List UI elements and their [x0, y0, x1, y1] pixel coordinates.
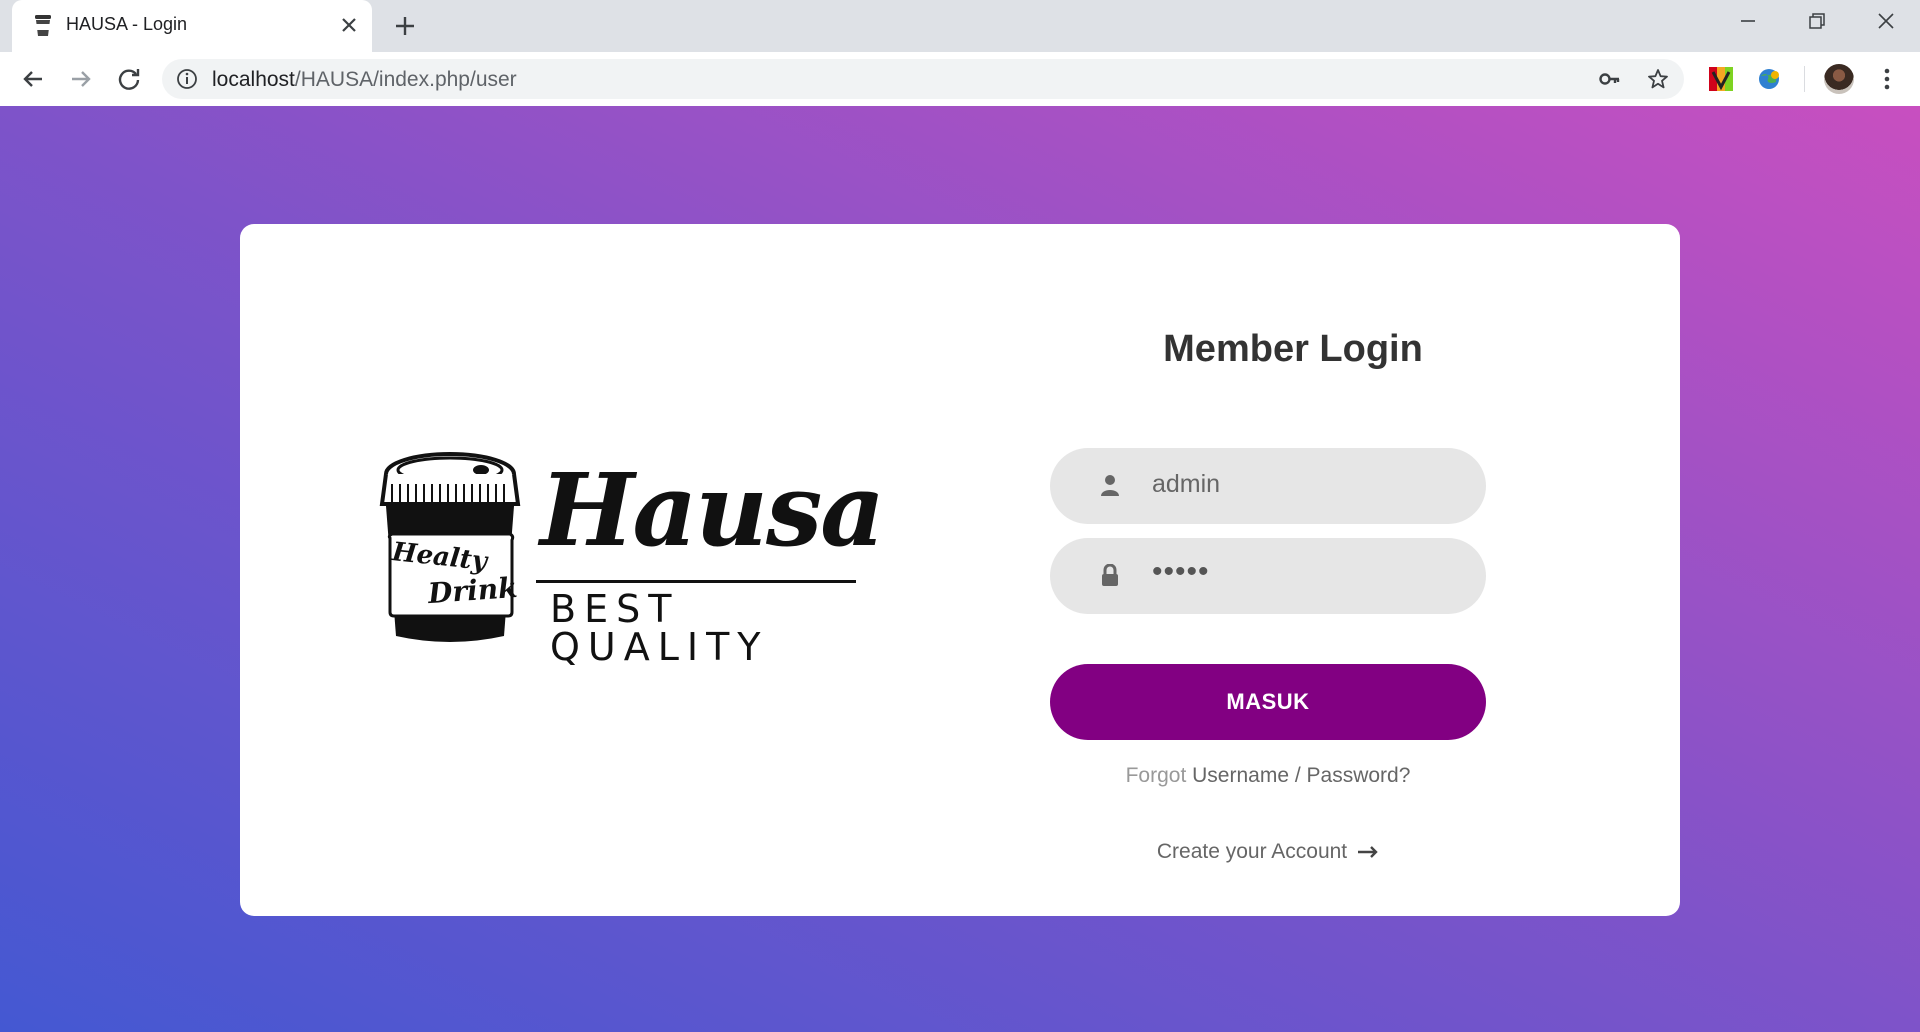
- toolbar-separator: [1804, 66, 1805, 92]
- create-account-link[interactable]: Create your Account: [1050, 840, 1486, 864]
- forgot-link[interactable]: Username / Password?: [1192, 764, 1410, 787]
- logo-wordmark: Hausa: [540, 451, 885, 569]
- vue-extension-icon[interactable]: [1708, 66, 1734, 92]
- new-tab-icon[interactable]: [390, 11, 420, 41]
- create-account-label: Create your Account: [1156, 840, 1348, 863]
- tab-close-icon[interactable]: [336, 12, 362, 38]
- cup-text-drink: Drink: [426, 570, 519, 611]
- browser-toolbar: localhost/HAUSA/index.php/user: [0, 52, 1920, 106]
- forward-icon[interactable]: [66, 64, 96, 94]
- logo-underline: [536, 580, 856, 583]
- key-icon[interactable]: [1598, 67, 1622, 91]
- tab-title: HAUSA - Login: [66, 14, 188, 34]
- logo-tagline: BEST QUALITY: [550, 587, 769, 669]
- back-icon[interactable]: [18, 64, 48, 94]
- profile-avatar[interactable]: [1824, 64, 1854, 94]
- site-info-icon[interactable]: [176, 68, 198, 90]
- lock-icon: [1102, 564, 1118, 586]
- password-value[interactable]: •••••: [1152, 555, 1210, 589]
- page-background: Healty Drink Hausa BEST QUALITY Member L…: [0, 106, 1920, 1032]
- user-icon: [1101, 475, 1119, 496]
- globe-extension-icon[interactable]: [1756, 66, 1782, 92]
- minimize-icon[interactable]: [1728, 6, 1768, 36]
- bookmark-star-icon[interactable]: [1646, 67, 1670, 91]
- reload-icon[interactable]: [114, 64, 144, 94]
- arrow-right-icon: [1358, 846, 1378, 859]
- forgot-prefix: Forgot: [1125, 764, 1187, 787]
- username-value[interactable]: admin: [1152, 470, 1220, 499]
- address-bar[interactable]: localhost/HAUSA/index.php/user: [162, 59, 1684, 99]
- url-path: /HAUSA/index.php/user: [294, 68, 517, 91]
- password-field[interactable]: •••••: [1050, 538, 1486, 614]
- restore-icon[interactable]: [1796, 6, 1836, 36]
- close-window-icon[interactable]: [1866, 6, 1906, 36]
- cup-favicon-icon: [35, 15, 51, 36]
- login-button[interactable]: MASUK: [1050, 664, 1486, 740]
- forgot-credentials: Forgot Username / Password?: [1050, 764, 1486, 788]
- browser-tab[interactable]: HAUSA - Login: [12, 0, 372, 52]
- browser-tabstrip: HAUSA - Login: [0, 0, 1920, 52]
- page-title: Member Login: [1163, 328, 1423, 370]
- login-card: Healty Drink Hausa BEST QUALITY Member L…: [240, 224, 1680, 916]
- username-field[interactable]: admin: [1050, 448, 1486, 524]
- hausa-logo: Healty Drink Hausa BEST QUALITY: [378, 444, 885, 666]
- url-host: localhost: [212, 68, 295, 91]
- more-menu-icon[interactable]: [1874, 66, 1900, 92]
- url-text[interactable]: localhost/HAUSA/index.php/user: [212, 68, 517, 92]
